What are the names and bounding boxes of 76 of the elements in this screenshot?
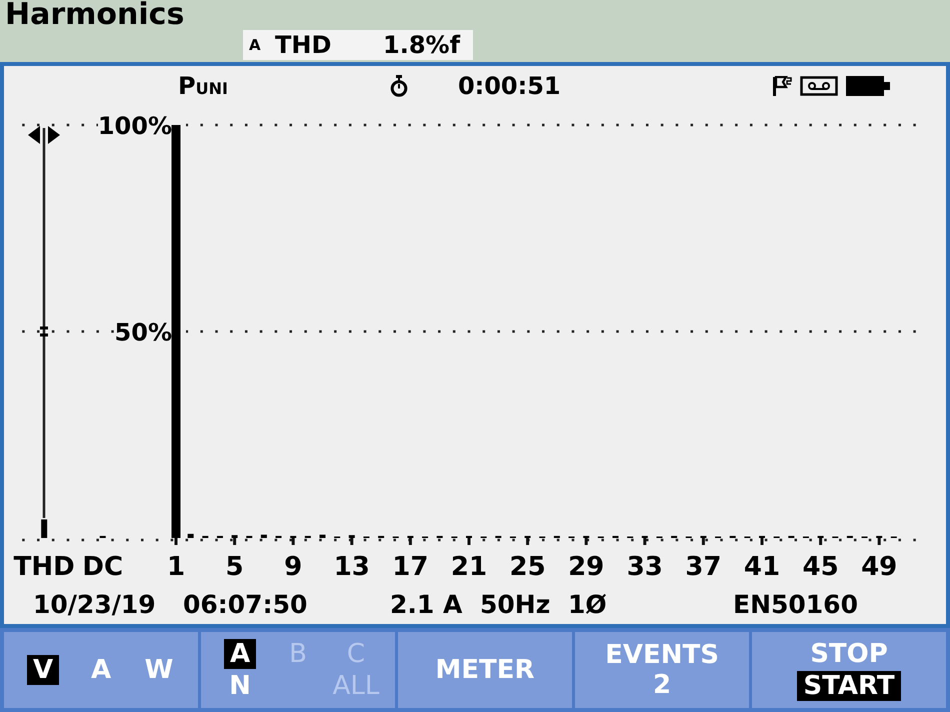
x-tick-label: 5 [226, 552, 244, 582]
harmonic-bar [495, 536, 502, 538]
battery-icon [846, 76, 890, 96]
harmonic-bar [407, 536, 414, 538]
option-label[interactable]: A [84, 655, 118, 685]
y-tick-label: 50% [114, 318, 172, 346]
option-label[interactable]: N [223, 671, 257, 701]
y-tick-label: 100% [98, 112, 172, 140]
elapsed-time: 0:00:51 [458, 72, 561, 100]
harmonic-bar [378, 536, 384, 538]
softkey-button[interactable]: EVENTS 2 [575, 632, 749, 708]
phase-label: A [249, 35, 262, 55]
harmonic-bar [348, 535, 355, 538]
harmonic-bar [524, 536, 531, 538]
harmonic-bar [818, 536, 824, 538]
harmonic-bar [554, 536, 560, 538]
harmonic-bar [41, 519, 48, 538]
softkey-button[interactable]: METER [398, 632, 572, 708]
phase-count-label: 1Ø [568, 590, 607, 619]
x-tick-label: THD [14, 552, 75, 582]
harmonic-bar [642, 536, 648, 538]
harmonic-bar [759, 536, 765, 538]
harmonic-bar [466, 536, 472, 538]
x-tick-label: 25 [510, 552, 546, 582]
x-tick-label: DC [82, 552, 124, 582]
x-tick-label: 33 [626, 552, 663, 582]
harmonic-bar [876, 536, 882, 538]
x-tick-label: 45 [802, 552, 839, 582]
x-tick-label: 37 [685, 552, 722, 582]
flag-icon [772, 76, 792, 96]
harmonic-bar [700, 536, 706, 538]
harmonic-bar [671, 536, 678, 538]
harmonic-bar [216, 536, 223, 538]
harmonic-bar [846, 536, 853, 538]
option-label[interactable]: START [797, 671, 901, 701]
option-label[interactable]: V [26, 655, 60, 685]
x-tick-label: 41 [744, 552, 780, 582]
screen-title: Harmonics [5, 0, 184, 30]
cursor-line[interactable] [27, 126, 62, 518]
harmonic-bar [320, 534, 326, 538]
harmonic-bar [202, 536, 208, 538]
event-count: 2 [652, 670, 672, 700]
softkey-button[interactable]: STOP START [752, 632, 946, 708]
stopwatch-icon [390, 75, 408, 97]
option-label[interactable]: W [138, 655, 180, 685]
x-tick-label: 13 [334, 552, 370, 582]
harmonic-bar [100, 536, 106, 538]
standard-label: EN50160 [733, 590, 858, 619]
harmonic-bar [730, 536, 736, 538]
x-tick-label: 17 [392, 552, 428, 582]
harmonic-bar [276, 536, 282, 538]
x-tick-label: 29 [568, 552, 604, 582]
current-label: 2.1 A [390, 590, 462, 619]
harmonic-bar [188, 534, 194, 538]
x-tick-label: 21 [450, 552, 488, 582]
harmonic-bar [304, 536, 311, 538]
frequency-label: 50Hz [480, 590, 550, 619]
harmonic-bar [246, 536, 252, 538]
x-tick-label: 9 [284, 552, 302, 582]
harmonic-bar [290, 536, 296, 538]
harmonic-bar [612, 536, 618, 538]
option-label[interactable]: A [224, 639, 256, 669]
date-label: 10/23/19 [33, 590, 156, 619]
softkey-button[interactable]: V A W [4, 632, 198, 708]
cassette-icon [800, 76, 838, 96]
parameter-label: THD [275, 31, 332, 59]
harmonic-bar [260, 534, 267, 538]
harmonic-bar [788, 536, 794, 538]
harmonic-bar [583, 536, 590, 538]
harmonic-bar [436, 536, 443, 538]
time-label: 06:07:50 [183, 590, 308, 619]
option-label[interactable]: STOP [804, 639, 894, 669]
x-tick-label: 1 [166, 552, 186, 582]
readout-value: 1.8%f [383, 31, 460, 59]
harmonic-bar [232, 535, 238, 538]
x-tick-label: 49 [861, 552, 898, 582]
